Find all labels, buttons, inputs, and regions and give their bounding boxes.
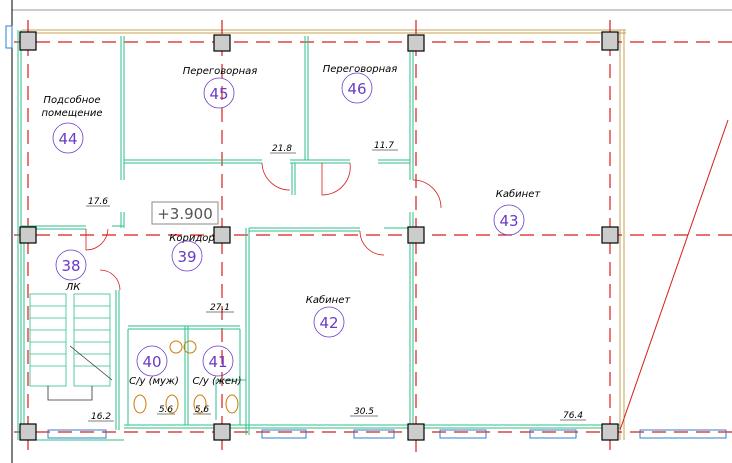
room-46-area: 11.7 bbox=[374, 141, 394, 151]
staircase bbox=[29, 293, 113, 401]
column bbox=[601, 31, 619, 51]
floor-plan: +3.900 Подсобное помещение 44 17.6 Перег… bbox=[5, 0, 732, 463]
room-41-area: 5.6 bbox=[195, 405, 210, 415]
elevation-mark: +3.900 bbox=[157, 205, 213, 223]
room-39-number: 39 bbox=[177, 248, 196, 266]
room-44-name-line2: помещение bbox=[41, 108, 102, 119]
room-40-area: 5.6 bbox=[159, 405, 174, 415]
room-39-name: Коридор bbox=[169, 233, 214, 244]
room-42-area: 30.5 bbox=[354, 407, 374, 417]
room-40-name: С/у (муж) bbox=[129, 376, 179, 387]
column bbox=[213, 423, 231, 441]
room-44-area: 17.6 bbox=[88, 197, 108, 207]
column bbox=[19, 31, 37, 51]
room-38-name: ЛК bbox=[65, 282, 82, 293]
room-38-number: 38 bbox=[61, 257, 80, 275]
column bbox=[407, 34, 425, 52]
room-43-number: 43 bbox=[499, 212, 518, 230]
room-42-number: 42 bbox=[319, 314, 338, 332]
room-43-area: 76.4 bbox=[563, 411, 583, 421]
room-41-number: 41 bbox=[208, 353, 227, 371]
column bbox=[213, 34, 231, 52]
column bbox=[19, 226, 37, 244]
column bbox=[601, 226, 619, 244]
column bbox=[407, 226, 425, 244]
column bbox=[213, 226, 231, 244]
diagonal-line bbox=[619, 119, 729, 431]
room-39-area: 27.1 bbox=[210, 303, 230, 313]
column bbox=[601, 423, 619, 441]
room-44-number: 44 bbox=[58, 130, 77, 148]
room-38-area: 16.2 bbox=[91, 412, 111, 422]
room-45-area: 21.8 bbox=[272, 144, 292, 154]
column bbox=[19, 423, 37, 441]
room-45-name: Переговорная bbox=[183, 66, 258, 77]
room-43-name: Кабинет bbox=[496, 188, 542, 200]
room-41-name: С/у (жен) bbox=[193, 376, 242, 387]
room-42-name: Кабинет bbox=[306, 294, 352, 306]
room-40-number: 40 bbox=[142, 353, 161, 371]
door-swings bbox=[85, 162, 442, 291]
column bbox=[407, 423, 425, 441]
room-45-number: 45 bbox=[209, 85, 228, 103]
room-46-number: 46 bbox=[347, 80, 366, 98]
room-44-name-line1: Подсобное bbox=[43, 94, 100, 106]
